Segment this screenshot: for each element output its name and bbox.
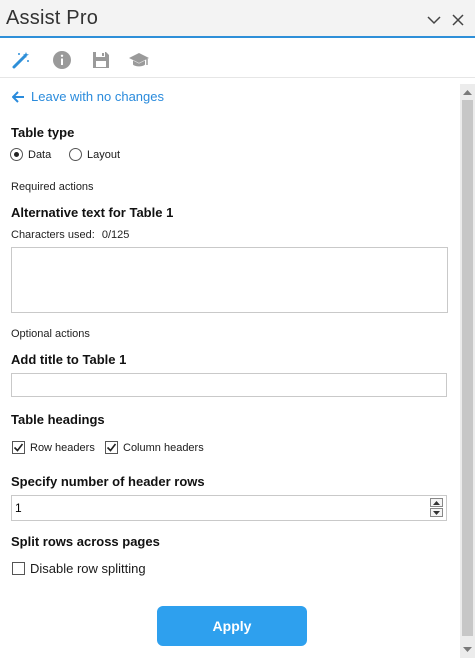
stepper-down-icon[interactable] <box>430 508 443 517</box>
save-icon[interactable] <box>90 49 112 71</box>
optional-actions-label: Optional actions <box>11 328 90 340</box>
table-headings-heading: Table headings <box>11 412 105 427</box>
chevron-down-icon[interactable] <box>424 10 444 30</box>
vertical-scrollbar[interactable] <box>460 84 475 658</box>
table-type-heading: Table type <box>11 125 75 140</box>
back-link-label: Leave with no changes <box>31 89 164 104</box>
disable-row-splitting-checkbox[interactable]: Disable row splitting <box>12 561 146 576</box>
checkmark-icon <box>13 443 24 452</box>
graduation-cap-icon[interactable] <box>128 49 150 71</box>
table-title-input[interactable] <box>11 373 447 397</box>
disable-row-splitting-label: Disable row splitting <box>30 561 146 576</box>
alt-text-heading: Alternative text for Table 1 <box>11 205 174 220</box>
alt-text-input[interactable] <box>11 247 448 313</box>
title-bar: Assist Pro <box>0 0 475 38</box>
column-headers-checkbox[interactable]: Column headers <box>105 441 204 454</box>
characters-used: Characters used: 0/125 <box>11 229 129 241</box>
checkmark-icon <box>106 443 117 452</box>
scroll-up-icon[interactable] <box>460 85 475 99</box>
column-headers-box <box>105 441 118 454</box>
scroll-down-icon[interactable] <box>460 642 475 656</box>
radio-data[interactable]: Data <box>10 148 51 161</box>
toolbar <box>0 40 475 78</box>
radio-layout-indicator <box>69 148 82 161</box>
radio-data-indicator <box>10 148 23 161</box>
header-rows-input[interactable] <box>11 495 447 521</box>
column-headers-label: Column headers <box>123 441 204 454</box>
apply-button[interactable]: Apply <box>157 606 307 646</box>
info-icon[interactable] <box>51 49 73 71</box>
split-rows-heading: Split rows across pages <box>11 534 160 549</box>
magic-wand-icon[interactable] <box>10 49 32 71</box>
row-headers-box <box>12 441 25 454</box>
disable-row-splitting-box <box>12 562 25 575</box>
row-headers-label: Row headers <box>30 441 95 454</box>
stepper-up-icon[interactable] <box>430 498 443 507</box>
characters-used-value: 0/125 <box>101 229 130 241</box>
radio-layout-label: Layout <box>87 148 121 161</box>
leave-without-changes-link[interactable]: Leave with no changes <box>12 89 164 104</box>
characters-used-label: Characters used: <box>11 229 95 241</box>
scrollbar-thumb[interactable] <box>462 100 473 636</box>
header-rows-heading: Specify number of header rows <box>11 474 205 489</box>
app-title: Assist Pro <box>6 7 99 29</box>
row-headers-checkbox[interactable]: Row headers <box>12 441 95 454</box>
close-icon[interactable] <box>448 10 468 30</box>
radio-data-label: Data <box>28 148 52 161</box>
header-rows-stepper <box>430 498 445 518</box>
add-title-heading: Add title to Table 1 <box>11 352 127 367</box>
radio-layout[interactable]: Layout <box>69 148 120 161</box>
required-actions-label: Required actions <box>11 181 94 193</box>
arrow-left-icon <box>12 90 24 103</box>
